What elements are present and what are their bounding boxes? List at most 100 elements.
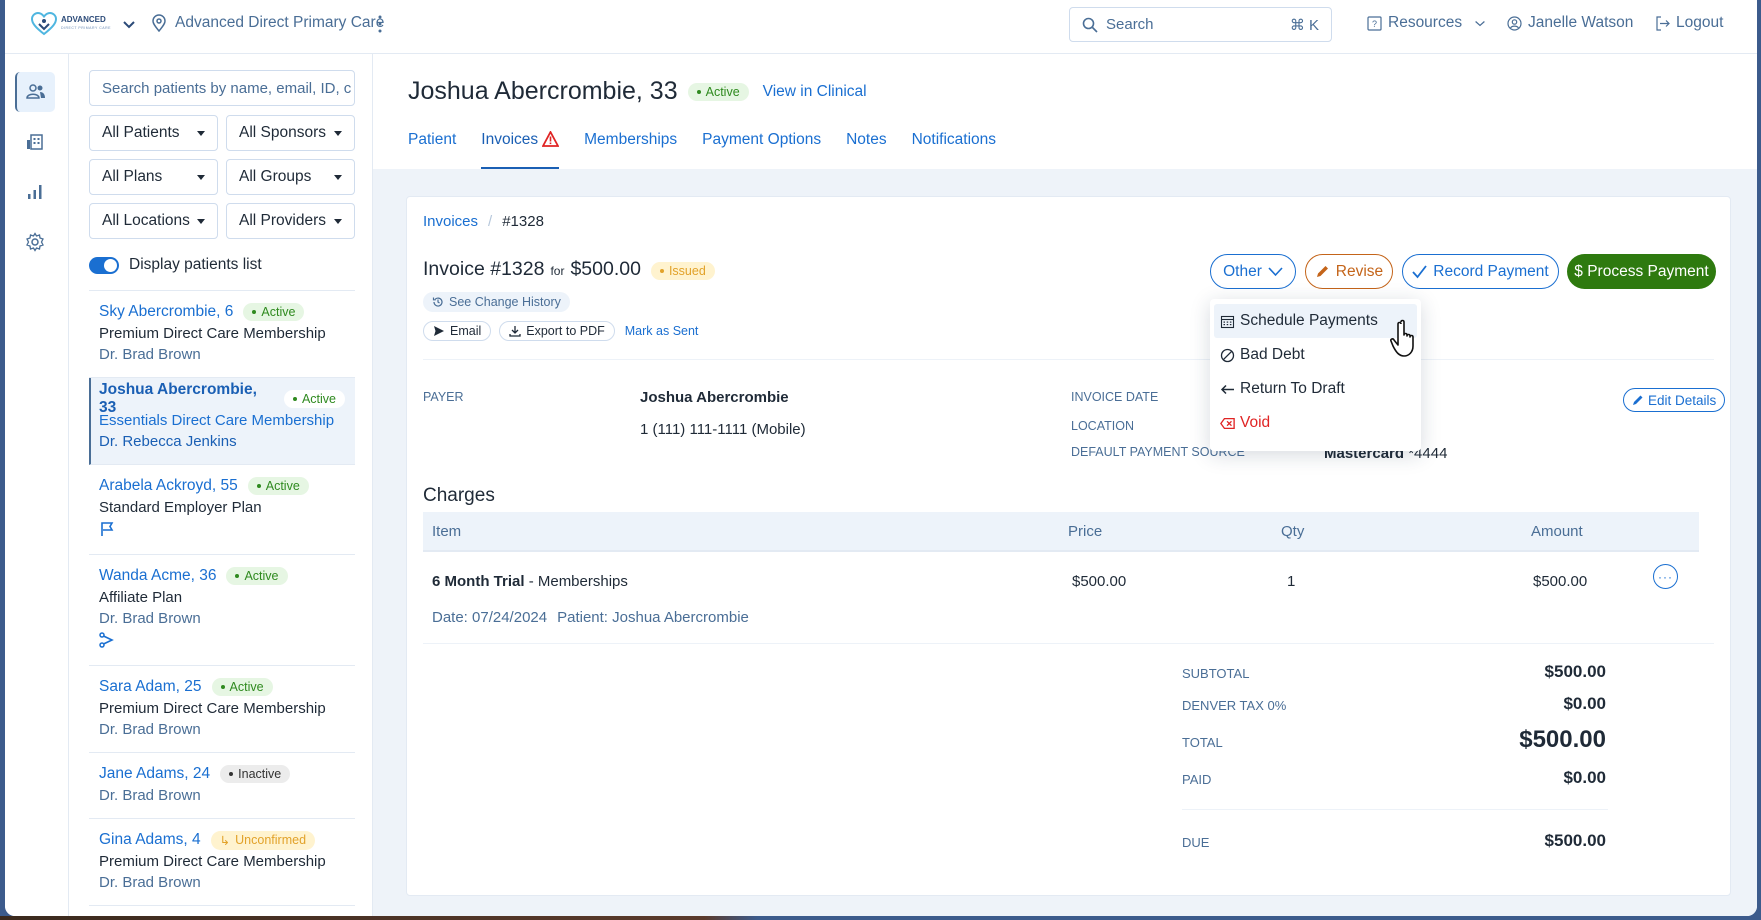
filter-providers[interactable]: All Providers [226,203,355,239]
download-icon [509,326,521,337]
patient-list-item[interactable]: Gina Adams, 4 ↳ Unconfirmed Premium Direct… [89,819,355,906]
patients-panel: Search patients by name, email, ID, c Al… [69,54,373,916]
patient-search-input[interactable]: Search patients by name, email, ID, c [89,70,355,106]
organization-name: Advanced Direct Primary Care [175,14,385,31]
menu-item-void[interactable]: Void [1214,406,1417,440]
logout-button[interactable]: Logout [1655,14,1723,32]
menu-item-return-to-draft[interactable]: Return To Draft [1214,372,1417,406]
total-value: $500.00 [1519,726,1606,753]
return-arrow-icon: ↳ [219,833,231,848]
tab-memberships[interactable]: Memberships [584,131,677,169]
brand-name: ADVANCED DIRECT PRIMARY CARE [61,15,111,31]
user-name: Janelle Watson [1528,14,1634,31]
chevron-down-icon[interactable] [121,16,137,32]
breadcrumb-current: #1328 [502,213,544,230]
caret-down-icon [334,174,342,180]
more-vertical-icon[interactable] [377,14,383,34]
divider [423,643,1714,644]
nav-reports[interactable] [15,172,55,212]
patient-list: Sky Abercrombie, 6 Active Premium Direct … [89,290,355,906]
left-nav-rail [5,54,69,916]
hand-cursor-icon [1390,319,1414,357]
filter-label: All Plans [102,168,163,185]
revise-button[interactable]: Revise [1305,254,1393,289]
divider [423,359,1714,360]
global-search[interactable]: Search ⌘ K [1069,7,1332,42]
charge-price: $500.00 [1072,573,1127,590]
patient-tabs: Patient Invoices Memberships Payment Opt… [408,131,996,169]
tab-invoices[interactable]: Invoices [481,131,560,169]
breadcrumb-invoices[interactable]: Invoices [423,213,478,230]
users-icon [26,84,45,99]
filter-label: All Patients [102,124,180,141]
process-payment-button[interactable]: $ Process Payment [1567,254,1716,289]
caret-down-icon [197,218,205,224]
patient-list-item[interactable]: Wanda Acme, 36 Active Affiliate Plan Dr. … [89,555,355,666]
see-change-history-button[interactable]: See Change History [423,292,570,312]
filter-label: All Sponsors [239,124,327,141]
app-window: ADVANCED DIRECT PRIMARY CARE Advanced Dir… [5,0,1757,916]
status-badge: Issued [650,262,715,280]
patient-list-item[interactable]: Jane Adams, 24 Inactive Dr. Brad Brown [89,753,355,819]
nav-organization[interactable] [15,122,55,162]
search-icon [1082,17,1098,33]
export-pdf-button[interactable]: Export to PDF [499,321,615,341]
patient-list-item[interactable]: Sara Adam, 25 Active Premium Direct Care … [89,666,355,753]
payer-phone: 1 (111) 111-1111 (Mobile) [640,421,806,438]
filter-label: All Groups [239,168,312,185]
patient-plan: Essentials Direct Care Membership [99,412,335,429]
invoice-date-label: INVOICE DATE [1071,390,1159,404]
view-in-clinical-link[interactable]: View in Clinical [763,83,867,101]
filter-sponsors[interactable]: All Sponsors [226,115,355,151]
brand-logo[interactable]: ADVANCED DIRECT PRIMARY CARE [31,12,111,36]
tab-notifications[interactable]: Notifications [912,131,996,169]
menu-item-bad-debt[interactable]: Bad Debt [1214,338,1417,372]
filter-groups[interactable]: All Groups [226,159,355,195]
for-label: for [550,264,565,278]
patient-plan: Affiliate Plan [99,589,183,606]
charge-more-button[interactable]: ··· [1653,564,1678,589]
email-button[interactable]: Email [423,321,492,341]
patient-doctor: Dr. Brad Brown [99,721,201,738]
filter-patients[interactable]: All Patients [89,115,218,151]
record-payment-button[interactable]: Record Payment [1402,254,1559,289]
mark-as-sent-link[interactable]: Mark as Sent [625,324,699,338]
nav-patients[interactable] [15,72,55,112]
patient-doctor: Dr. Brad Brown [99,874,201,891]
caret-down-icon [197,130,205,136]
display-patients-toggle[interactable] [89,256,119,274]
search-placeholder: Search [1106,16,1154,33]
patient-name: Gina Adams, 4 [99,831,201,848]
patient-list-item[interactable]: Sky Abercrombie, 6 Active Premium Direct … [89,291,355,378]
resources-menu[interactable]: ? Resources [1367,14,1486,32]
status-badge: Active [226,567,288,585]
patient-list-item-selected[interactable]: Joshua Abercrombie, 33 Active Essentials … [89,378,355,465]
tab-patient[interactable]: Patient [408,131,456,169]
menu-item-schedule-payments[interactable]: Schedule Payments [1214,304,1417,338]
tab-notes[interactable]: Notes [846,131,887,169]
filter-locations[interactable]: All Locations [89,203,218,239]
caret-down-icon [334,130,342,136]
chevron-down-icon [1268,267,1283,277]
patient-list-item[interactable]: Arabela Ackroyd, 55 Active Standard Emplo… [89,465,355,555]
status-badge: Inactive [220,765,291,783]
ban-icon [1220,348,1235,362]
filter-plans[interactable]: All Plans [89,159,218,195]
column-price: Price [1068,523,1103,540]
patient-plan: Premium Direct Care Membership [99,853,326,870]
patient-search-placeholder: Search patients by name, email, ID, c [102,79,352,97]
patient-plan: Premium Direct Care Membership [99,325,326,342]
caret-down-icon [197,174,205,180]
chevron-down-icon [1475,20,1485,26]
organization-selector[interactable]: Advanced Direct Primary Care [151,14,384,32]
patient-name: Sky Abercrombie, 6 [99,303,234,320]
user-circle-icon [1507,15,1522,31]
edit-details-button[interactable]: Edit Details [1623,388,1726,412]
nav-settings[interactable] [15,222,55,262]
user-menu[interactable]: Janelle Watson [1507,14,1633,32]
other-dropdown-button[interactable]: Other [1210,254,1296,289]
status-badge: ↳ Unconfirmed [210,830,316,850]
invoice-card: Invoices / #1328 Invoice #1328 for $500.… [406,196,1731,896]
tab-payment-options[interactable]: Payment Options [702,131,821,169]
breadcrumb-separator: / [488,213,493,230]
